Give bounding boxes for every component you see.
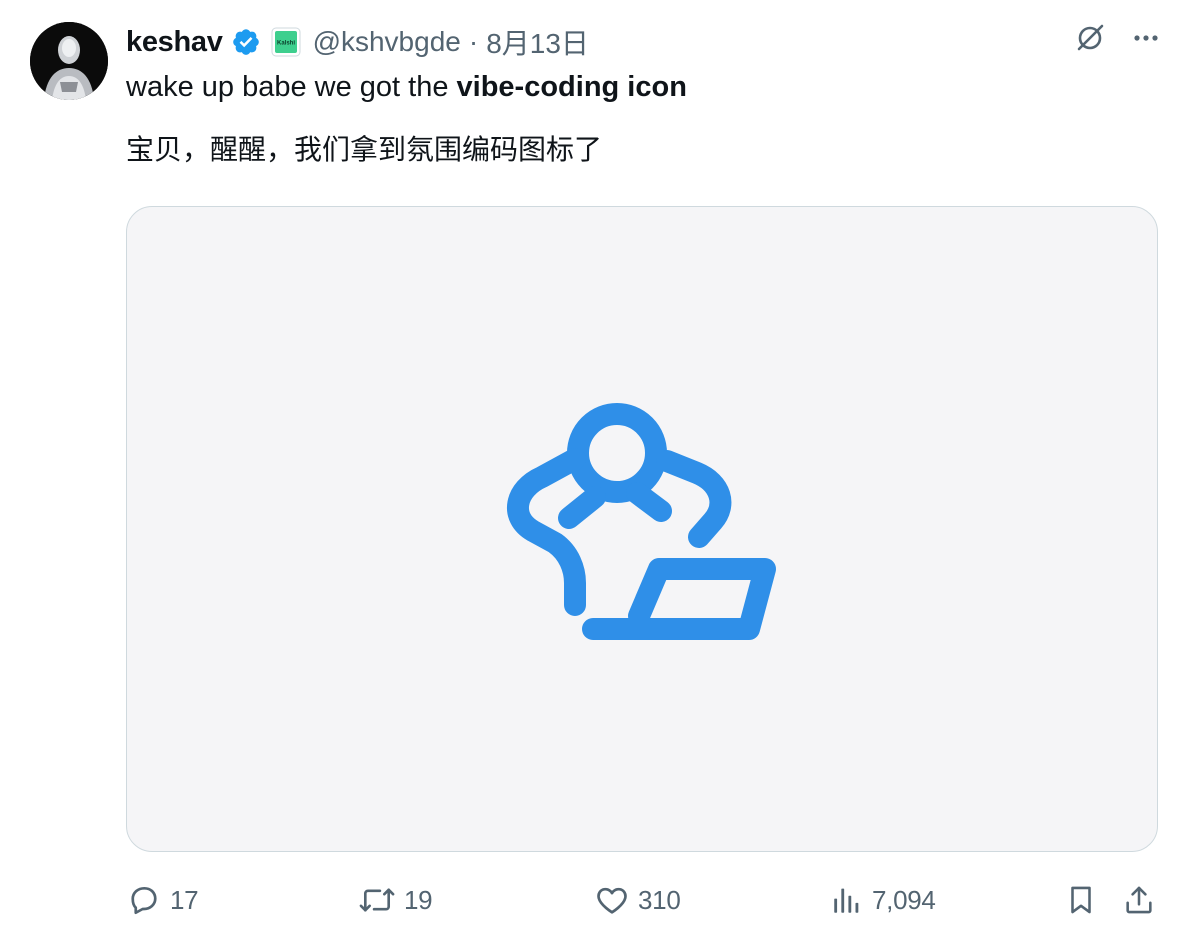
avatar[interactable] [30,22,108,100]
like-button[interactable]: 310 [594,876,681,924]
reply-icon [131,886,157,915]
post-translation: 宝贝，醒醒，我们拿到氛围编码图标了 [126,133,603,166]
post-header: keshav Kalshi @kshvbgde · 8月13日 [126,22,589,62]
affiliate-badge-label: Kalshi [277,41,295,47]
separator-dot: · [468,26,479,57]
verified-badge-icon[interactable] [231,27,261,57]
avatar-image [30,22,108,100]
affiliate-badge[interactable]: Kalshi [271,27,301,57]
share-icon [1126,886,1152,914]
view-count: 7,094 [872,884,936,915]
bookmark-button[interactable] [1064,876,1098,924]
post-text-bold: vibe-coding icon [456,71,687,103]
bookmark-icon [1071,886,1091,914]
post-top-actions [1072,20,1162,56]
views-icon [834,888,859,913]
post-date[interactable]: 8月13日 [486,22,589,62]
share-button[interactable] [1122,876,1156,924]
heart-icon [597,887,627,914]
vibe-coding-icon [507,403,776,640]
reply-count: 17 [170,884,199,915]
repost-count: 19 [404,884,433,915]
grok-icon[interactable] [1072,20,1108,56]
post-action-bar: 17 19 310 7,094 [126,876,1162,924]
post-text: wake up babe we got the vibe-coding icon [126,71,687,104]
author-handle[interactable]: @kshvbgde [313,26,461,58]
more-options-icon[interactable] [1130,22,1162,54]
reply-button[interactable]: 17 [126,876,199,924]
repost-icon [359,888,395,912]
repost-button[interactable]: 19 [358,876,433,924]
post-media[interactable] [126,206,1158,852]
post-text-prefix: wake up babe we got the [126,71,457,103]
views-button[interactable]: 7,094 [830,876,936,924]
like-count: 310 [638,884,681,915]
author-name[interactable]: keshav [126,26,223,59]
